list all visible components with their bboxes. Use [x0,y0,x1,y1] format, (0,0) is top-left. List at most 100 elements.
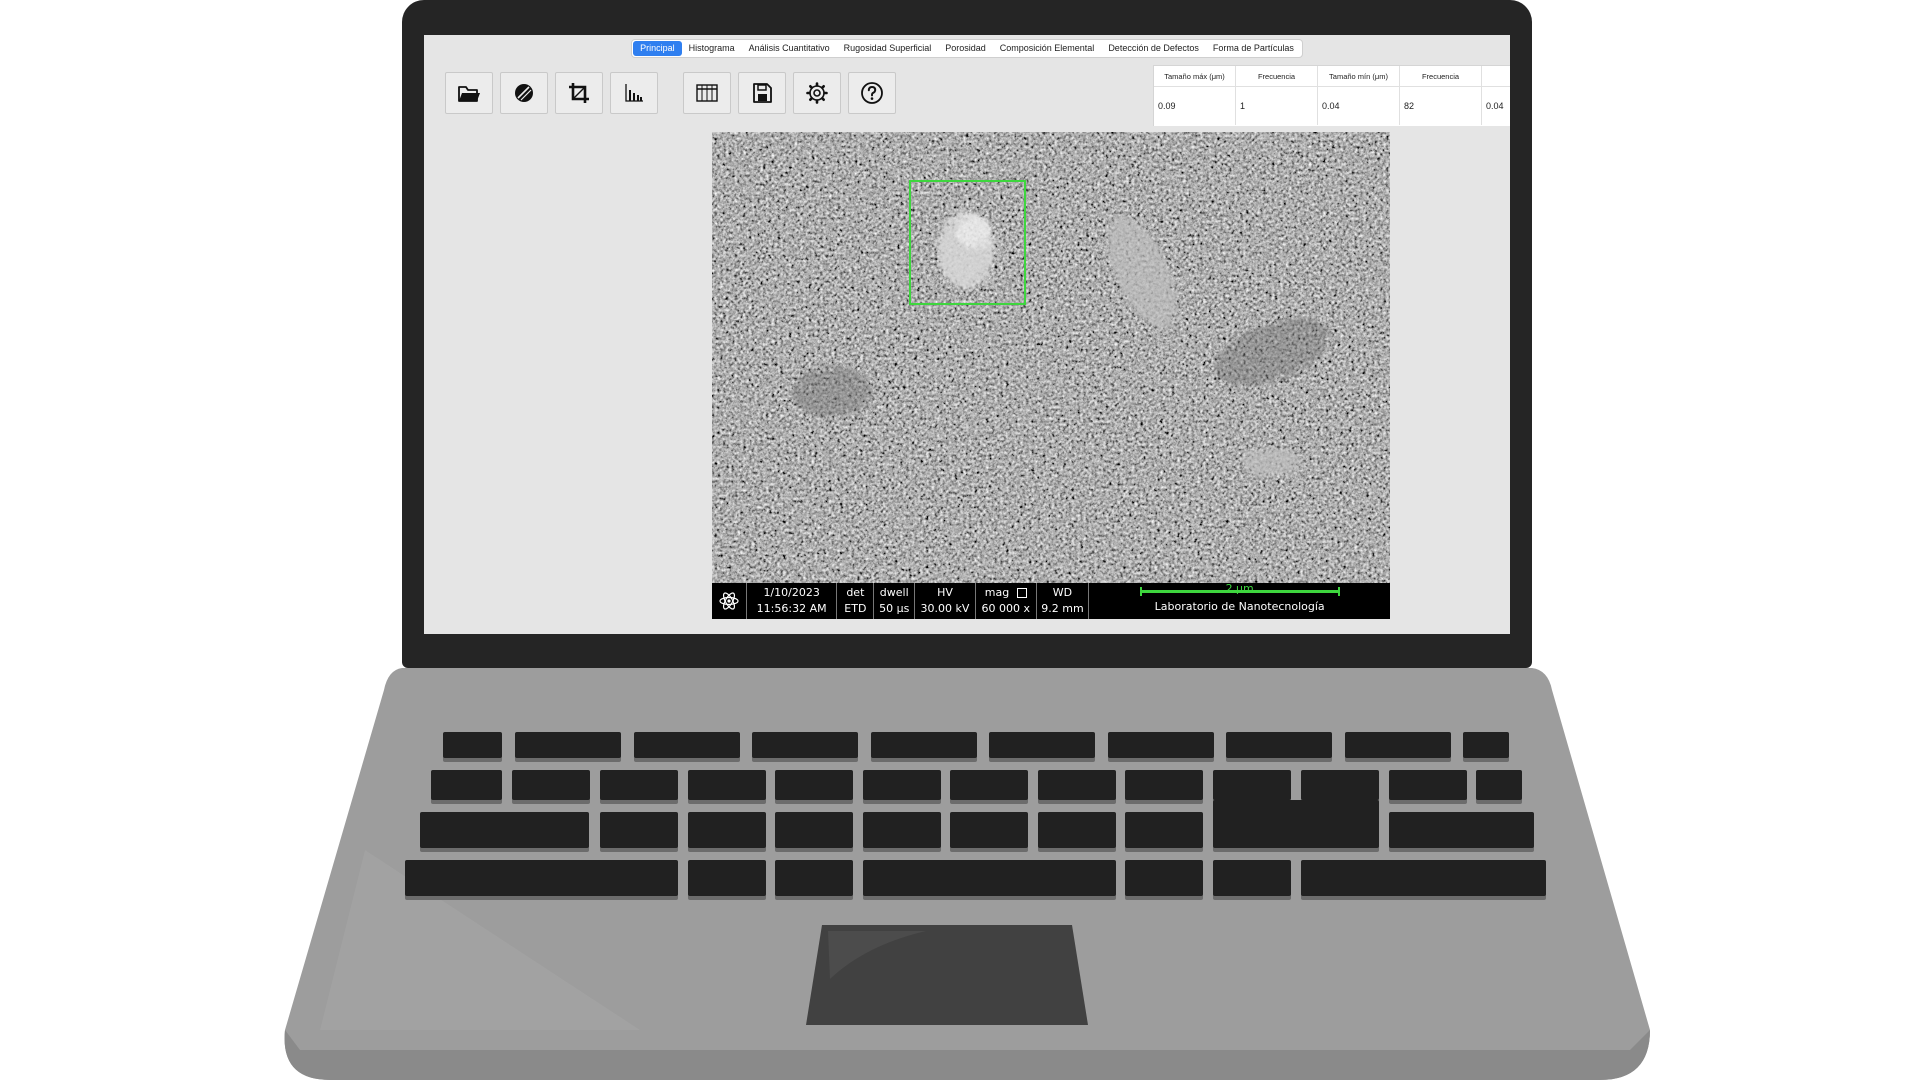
key[interactable] [1125,812,1203,848]
key[interactable] [688,770,766,800]
databar-dwell: dwell 50 μs [874,583,916,619]
sem-image[interactable] [712,132,1390,583]
histogram-button[interactable] [610,72,658,114]
column-header [1482,66,1510,86]
key[interactable] [1463,732,1509,758]
key[interactable] [512,770,590,800]
key[interactable] [775,812,853,848]
mag-label: mag [984,586,1010,599]
tab-porosidad[interactable]: Porosidad [938,41,993,56]
open-button[interactable] [445,72,493,114]
table-cell: 0.09 [1154,87,1236,125]
shift-key-right[interactable] [1389,812,1534,848]
enter-key-lower[interactable] [1213,800,1379,848]
key[interactable] [871,732,977,758]
toolbar [445,72,903,114]
key[interactable] [600,812,678,848]
enter-key[interactable] [1301,770,1379,800]
tab-bar: Principal Histograma Análisis Cuantitati… [424,39,1510,58]
tab-principal[interactable]: Principal [633,41,682,56]
key[interactable] [1301,860,1546,896]
key[interactable] [443,732,502,758]
key[interactable] [1213,770,1291,800]
tab-analisis-cuantitativo[interactable]: Análisis Cuantitativo [742,41,837,56]
table-header-row: Tamaño máx (μm) Frecuencia Tamaño mín (μ… [1154,66,1510,87]
det-label: det [846,586,865,599]
databar-hv: HV 30.00 kV [915,583,976,619]
tab-forma-particulas[interactable]: Forma de Partículas [1206,41,1301,56]
key[interactable] [950,812,1028,848]
key[interactable] [688,860,766,896]
column-header: Tamaño mín (μm) [1318,66,1400,86]
databar-datetime: 1/10/2023 11:56:32 AM [747,583,838,619]
table-row[interactable]: 0.09 1 0.04 82 0.04 [1154,87,1510,125]
key[interactable] [1345,732,1451,758]
key[interactable] [1389,770,1467,800]
key[interactable] [1038,812,1116,848]
hv-value: 30.00 kV [920,602,970,615]
table-cell: 82 [1400,87,1482,125]
sem-databar: 1/10/2023 11:56:32 AM det ETD dwell 50 μ… [712,582,1390,619]
key[interactable] [1125,860,1203,896]
tabs: Principal Histograma Análisis Cuantitati… [631,39,1303,58]
key[interactable] [688,812,766,848]
filter-icon [515,84,533,102]
key[interactable] [405,860,678,896]
wd-value: 9.2 mm [1041,602,1084,615]
column-header: Frecuencia [1400,66,1482,86]
key[interactable] [863,770,941,800]
tab-deteccion-defectos[interactable]: Detección de Defectos [1101,41,1206,56]
date-value: 1/10/2023 [763,586,820,599]
dwell-label: dwell [879,586,909,599]
trackpad[interactable] [806,925,1088,1025]
open-folder-icon [458,86,480,102]
key[interactable] [515,732,621,758]
tab-histograma[interactable]: Histograma [682,41,742,56]
filter-button[interactable] [500,72,548,114]
roi-selection-box[interactable] [909,180,1026,305]
table-cell: 0.04 [1486,101,1504,111]
settings-button[interactable] [793,72,841,114]
key[interactable] [634,732,740,758]
scale-bar [1139,586,1340,596]
dwell-value: 50 μs [879,602,910,615]
help-button[interactable] [848,72,896,114]
table-button[interactable] [683,72,731,114]
key[interactable] [863,812,941,848]
key[interactable] [600,770,678,800]
space-key[interactable] [863,860,1116,896]
table-cell: 0.04 [1318,87,1400,125]
key[interactable] [775,770,853,800]
crop-button[interactable] [555,72,603,114]
table-icon [696,84,718,102]
key[interactable] [989,732,1095,758]
key[interactable] [1213,860,1291,896]
table-cell: 1 [1236,87,1318,125]
crop-icon [569,83,589,103]
column-header: Frecuencia [1236,66,1318,86]
key[interactable] [1125,770,1203,800]
app-window: Principal Histograma Análisis Cuantitati… [424,35,1510,634]
tab-rugosidad-superficial[interactable]: Rugosidad Superficial [837,41,939,56]
databar-wd: WD 9.2 mm [1037,583,1090,619]
shift-key[interactable] [420,812,589,848]
tab-composicion-elemental[interactable]: Composición Elemental [993,41,1102,56]
settings-icon [806,82,828,104]
det-value: ETD [844,602,867,615]
key[interactable] [1038,770,1116,800]
column-header: Tamaño máx (μm) [1154,66,1236,86]
key[interactable] [1108,732,1214,758]
key[interactable] [431,770,502,800]
wd-label: WD [1052,586,1073,599]
databar-det: det ETD [837,583,875,619]
mag-value: 60 000 x [981,602,1030,615]
key[interactable] [775,860,853,896]
key[interactable] [752,732,858,758]
key[interactable] [950,770,1028,800]
key[interactable] [1476,770,1522,800]
help-icon [861,82,883,104]
sem-micrograph [712,132,1390,583]
databar-scale: 2 μm Laboratorio de Nanotecnología [1089,582,1390,619]
save-button[interactable] [738,72,786,114]
key[interactable] [1226,732,1332,758]
